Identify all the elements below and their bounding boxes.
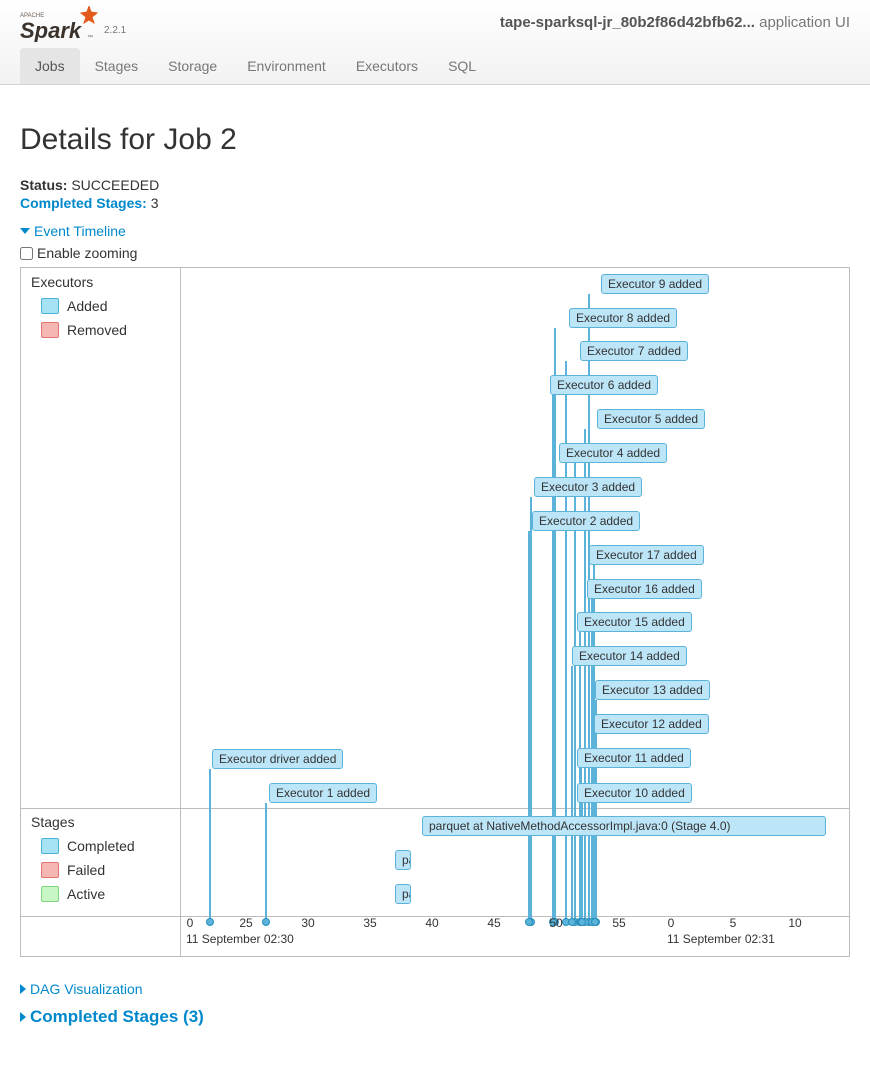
legend-removed: Removed: [31, 318, 170, 342]
swatch-completed: [41, 838, 59, 854]
swatch-added: [41, 298, 59, 314]
axis-tick: 10: [788, 916, 801, 930]
swatch-failed: [41, 862, 59, 878]
completed-stages-link: Completed Stages (3): [30, 1007, 204, 1027]
legend-added: Added: [31, 294, 170, 318]
legend-active: Active: [31, 882, 171, 906]
axis-tick: 35: [363, 916, 376, 930]
axis-major-label: 11 September 02:30: [186, 932, 294, 946]
stage-bar-pa1[interactable]: pa: [395, 850, 411, 870]
event-executor-3[interactable]: Executor 3 added: [534, 477, 642, 497]
app-name: tape-sparksql-jr_80b2f86d42bfb62...: [500, 14, 755, 31]
tab-executors[interactable]: Executors: [341, 48, 433, 84]
completed-stages-value: 3: [151, 195, 159, 211]
legend-stages-title: Stages: [31, 814, 171, 830]
swatch-removed: [41, 322, 59, 338]
timeline-legend-stages: Stages Completed Failed Active: [21, 808, 181, 912]
event-timeline-label: Event Timeline: [34, 223, 126, 239]
event-executor-15[interactable]: Executor 15 added: [577, 612, 692, 632]
tab-stages[interactable]: Stages: [80, 48, 154, 84]
svg-text:Spark: Spark: [20, 18, 83, 42]
event-executor-7[interactable]: Executor 7 added: [580, 341, 688, 361]
enable-zooming-row: Enable zooming: [20, 245, 850, 261]
page-title: Details for Job 2: [20, 123, 850, 157]
legend-failed: Failed: [31, 858, 171, 882]
legend-executors-title: Executors: [31, 274, 170, 290]
spark-version: 2.2.1: [104, 25, 126, 36]
completed-stages-label[interactable]: Completed Stages:: [20, 195, 147, 211]
app-suffix: application UI: [759, 14, 850, 31]
axis-tick: 0: [187, 916, 194, 930]
swatch-active: [41, 886, 59, 902]
event-executor-14[interactable]: Executor 14 added: [572, 646, 687, 666]
caret-down-icon: [20, 228, 30, 234]
event-executor-4[interactable]: Executor 4 added: [559, 443, 667, 463]
event-executor-9[interactable]: Executor 9 added: [601, 274, 709, 294]
event-executor-10[interactable]: Executor 10 added: [577, 783, 692, 803]
completed-stages-row: Completed Stages: 3: [20, 195, 850, 211]
event-executor-driver[interactable]: Executor driver added: [212, 749, 343, 769]
stage-events-area: parquet at NativeMethodAccessorImpl.java…: [181, 808, 849, 916]
axis-tick: 5: [730, 916, 737, 930]
status-row: Status: SUCCEEDED: [20, 177, 850, 193]
caret-right-icon: [20, 984, 26, 994]
axis-tick: 0: [668, 916, 675, 930]
enable-zooming-label: Enable zooming: [37, 245, 137, 261]
navbar: APACHE Spark ™ 2.2.1 tape-sparksql-jr_80…: [0, 0, 870, 85]
legend-completed: Completed: [31, 834, 171, 858]
tab-sql[interactable]: SQL: [433, 48, 491, 84]
timeline: Executors Added Removed Stages Completed…: [20, 267, 850, 957]
stage-bar-4[interactable]: parquet at NativeMethodAccessorImpl.java…: [422, 816, 826, 836]
tab-storage[interactable]: Storage: [153, 48, 232, 84]
axis-tick: 55: [612, 916, 625, 930]
dag-visualization-toggle[interactable]: DAG Visualization: [20, 981, 850, 997]
axis-tick: 50: [549, 916, 562, 930]
event-executor-13[interactable]: Executor 13 added: [595, 680, 710, 700]
event-executor-5[interactable]: Executor 5 added: [597, 409, 705, 429]
axis-tick: 40: [425, 916, 438, 930]
event-executor-16[interactable]: Executor 16 added: [587, 579, 702, 599]
axis-major-label: 11 September 02:31: [667, 932, 775, 946]
status-value: SUCCEEDED: [71, 177, 159, 193]
event-executor-2[interactable]: Executor 2 added: [532, 511, 640, 531]
status-label: Status:: [20, 177, 67, 193]
event-executor-1[interactable]: Executor 1 added: [269, 783, 377, 803]
app-title: tape-sparksql-jr_80b2f86d42bfb62... appl…: [500, 14, 850, 31]
dag-viz-label: DAG Visualization: [30, 981, 143, 997]
event-timeline-toggle[interactable]: Event Timeline: [20, 223, 850, 239]
completed-stages-toggle[interactable]: Completed Stages (3): [20, 1007, 850, 1027]
tab-environment[interactable]: Environment: [232, 48, 341, 84]
timeline-axis: 0 25 30 35 40 45 50 55 0 5 10 11 Septemb…: [181, 916, 849, 956]
enable-zooming-checkbox[interactable]: [20, 247, 33, 260]
event-executor-12[interactable]: Executor 12 added: [594, 714, 709, 734]
axis-tick: 45: [487, 916, 500, 930]
svg-text:™: ™: [87, 34, 93, 41]
nav-tabs: Jobs Stages Storage Environment Executor…: [20, 48, 850, 84]
spark-logo: APACHE Spark ™: [20, 6, 98, 42]
timeline-chart[interactable]: Executor 9 added Executor 8 added Execut…: [181, 268, 849, 956]
event-executor-11[interactable]: Executor 11 added: [577, 748, 691, 768]
executor-events-area: Executor 9 added Executor 8 added Execut…: [181, 268, 849, 808]
caret-right-icon: [20, 1012, 26, 1022]
stage-bar-pa2[interactable]: pa: [395, 884, 411, 904]
axis-tick: 25: [239, 916, 252, 930]
event-executor-8[interactable]: Executor 8 added: [569, 308, 677, 328]
tab-jobs[interactable]: Jobs: [20, 48, 80, 84]
event-executor-6[interactable]: Executor 6 added: [550, 375, 658, 395]
axis-tick: 30: [301, 916, 314, 930]
event-executor-17[interactable]: Executor 17 added: [589, 545, 704, 565]
